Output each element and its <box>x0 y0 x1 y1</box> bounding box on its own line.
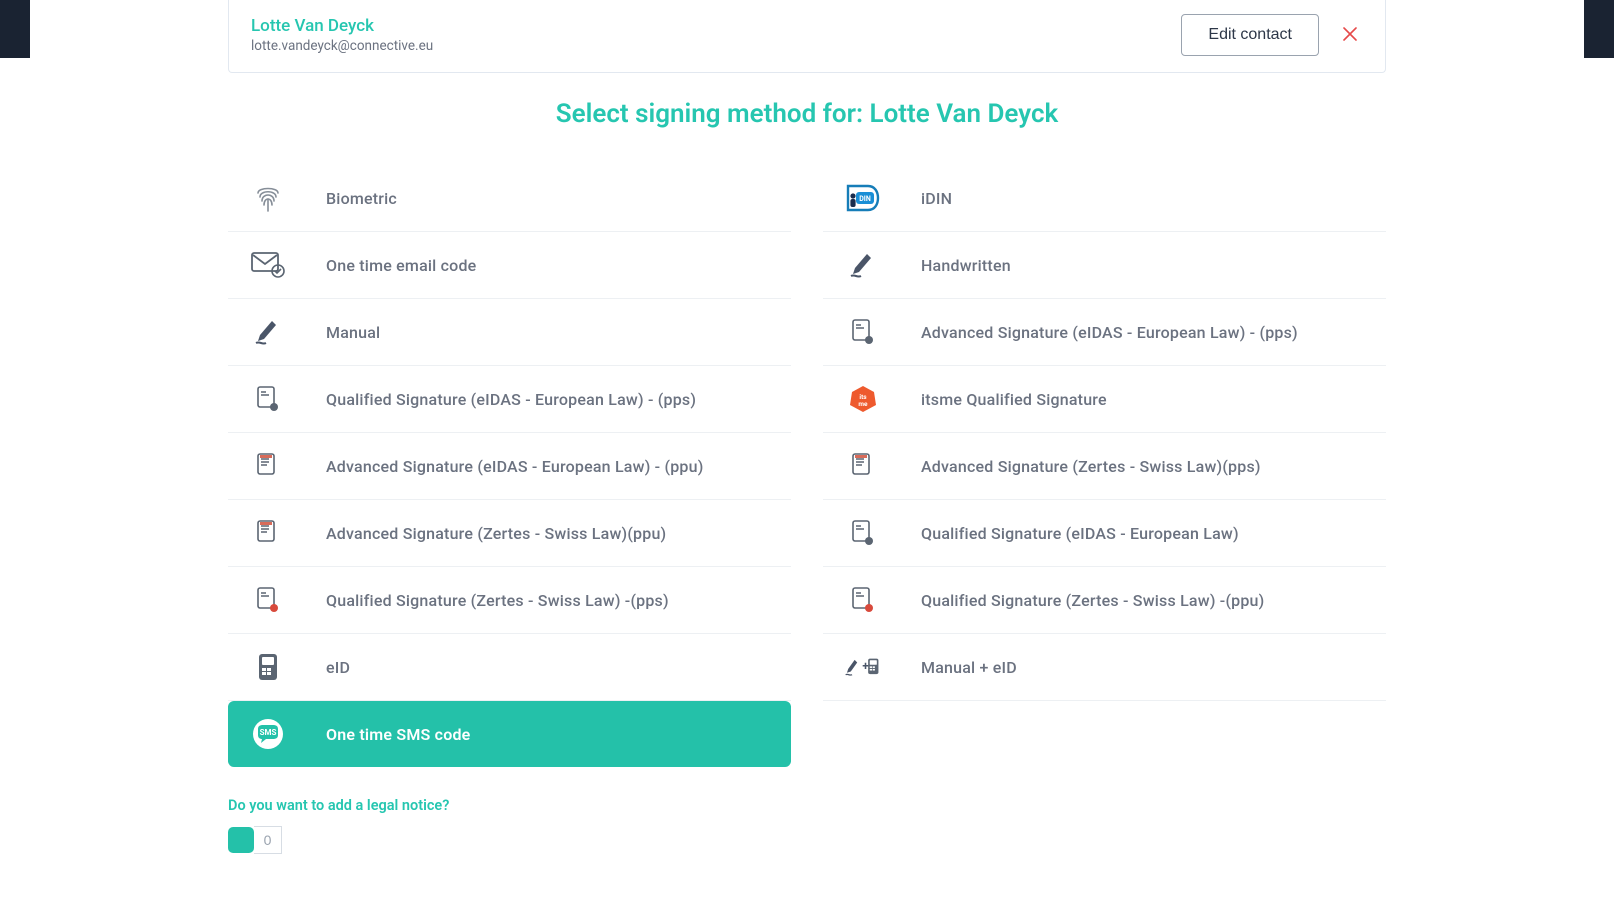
signing-method-label: Qualified Signature (eIDAS - European La… <box>326 390 696 409</box>
signing-method-option[interactable]: eID <box>228 634 791 701</box>
edit-contact-button[interactable]: Edit contact <box>1181 14 1319 56</box>
pen-icon <box>845 250 881 280</box>
signing-method-option[interactable]: Advanced Signature (eIDAS - European Law… <box>823 299 1386 366</box>
legal-notice-question: Do you want to add a legal notice? <box>228 797 1386 814</box>
idin-icon: DIN <box>845 183 881 213</box>
doc-badge-icon <box>250 384 286 414</box>
signing-method-option[interactable]: DIN iDIN <box>823 165 1386 232</box>
fingerprint-icon <box>250 183 286 213</box>
signing-method-label: Qualified Signature (Zertes - Swiss Law)… <box>921 591 1264 610</box>
signing-method-modal: Lotte Van Deyck lotte.vandeyck@connectiv… <box>30 0 1584 902</box>
doc-badge-icon <box>845 518 881 548</box>
signing-method-option[interactable]: One time email code <box>228 232 791 299</box>
doc-badge-icon <box>845 317 881 347</box>
card-reader-icon <box>250 652 286 682</box>
signing-method-label: itsme Qualified Signature <box>921 390 1107 409</box>
pen-icon <box>250 317 286 347</box>
signing-method-label: Biometric <box>326 189 397 208</box>
legal-notice-checkbox[interactable] <box>228 827 254 853</box>
contact-name: Lotte Van Deyck <box>251 16 433 36</box>
doc-red-icon <box>845 585 881 615</box>
signing-method-option[interactable]: Qualified Signature (Zertes - Swiss Law)… <box>228 567 791 634</box>
signing-method-label: Advanced Signature (Zertes - Swiss Law)(… <box>921 457 1261 476</box>
signing-method-label: Advanced Signature (eIDAS - European Law… <box>921 323 1298 342</box>
signing-method-label: iDIN <box>921 189 952 208</box>
signing-method-label: One time email code <box>326 256 476 275</box>
contact-actions: Edit contact <box>1181 14 1363 56</box>
signing-methods-grid: Biometric DIN iDIN One time email code H… <box>228 165 1386 767</box>
svg-text:+: + <box>862 659 868 673</box>
signing-method-option[interactable]: its me itsme Qualified Signature <box>823 366 1386 433</box>
signing-method-option[interactable]: Advanced Signature (Zertes - Swiss Law)(… <box>823 433 1386 500</box>
email-check-icon <box>250 250 286 280</box>
signing-method-option[interactable]: Qualified Signature (eIDAS - European La… <box>823 500 1386 567</box>
legal-notice-control <box>228 826 1386 854</box>
svg-text:DIN: DIN <box>859 195 871 203</box>
doc-red-icon <box>250 585 286 615</box>
doc-line-icon <box>250 518 286 548</box>
signing-method-option[interactable]: Handwritten <box>823 232 1386 299</box>
contact-email: lotte.vandeyck@connective.eu <box>251 38 433 54</box>
signing-method-label: Qualified Signature (eIDAS - European La… <box>921 524 1239 543</box>
signing-method-label: Manual <box>326 323 380 342</box>
backdrop-right <box>1584 0 1614 58</box>
signing-method-label: Handwritten <box>921 256 1011 275</box>
signing-method-option[interactable]: Advanced Signature (Zertes - Swiss Law)(… <box>228 500 791 567</box>
signing-method-label: Advanced Signature (Zertes - Swiss Law)(… <box>326 524 666 543</box>
signing-method-label: Advanced Signature (eIDAS - European Law… <box>326 457 704 476</box>
backdrop-left <box>0 0 30 58</box>
sms-icon: SMS <box>250 719 286 749</box>
signing-method-option[interactable]: Manual <box>228 299 791 366</box>
signing-method-option[interactable]: Advanced Signature (eIDAS - European Law… <box>228 433 791 500</box>
signing-method-label: Manual + eID <box>921 658 1017 677</box>
signing-method-option[interactable]: Qualified Signature (Zertes - Swiss Law)… <box>823 567 1386 634</box>
contact-info: Lotte Van Deyck lotte.vandeyck@connectiv… <box>251 16 433 54</box>
doc-line-icon <box>250 451 286 481</box>
signing-method-label: eID <box>326 658 350 677</box>
signing-method-label: Qualified Signature (Zertes - Swiss Law)… <box>326 591 669 610</box>
doc-line-icon <box>845 451 881 481</box>
itsme-icon: its me <box>845 384 881 414</box>
contact-card: Lotte Van Deyck lotte.vandeyck@connectiv… <box>228 0 1386 73</box>
signing-method-option[interactable]: + Manual + eID <box>823 634 1386 701</box>
signing-method-option[interactable]: SMS One time SMS code <box>228 701 791 767</box>
signing-method-label: One time SMS code <box>326 725 471 744</box>
signing-method-option[interactable]: Biometric <box>228 165 791 232</box>
pen-plus-reader-icon: + <box>845 652 881 682</box>
close-icon[interactable] <box>1337 21 1363 50</box>
svg-text:SMS: SMS <box>260 728 277 737</box>
legal-notice-count-input[interactable] <box>254 826 282 854</box>
legal-notice-section: Do you want to add a legal notice? <box>228 797 1386 854</box>
svg-text:me: me <box>858 400 868 408</box>
signing-method-option[interactable]: Qualified Signature (eIDAS - European La… <box>228 366 791 433</box>
section-title: Select signing method for: Lotte Van Dey… <box>30 99 1584 129</box>
